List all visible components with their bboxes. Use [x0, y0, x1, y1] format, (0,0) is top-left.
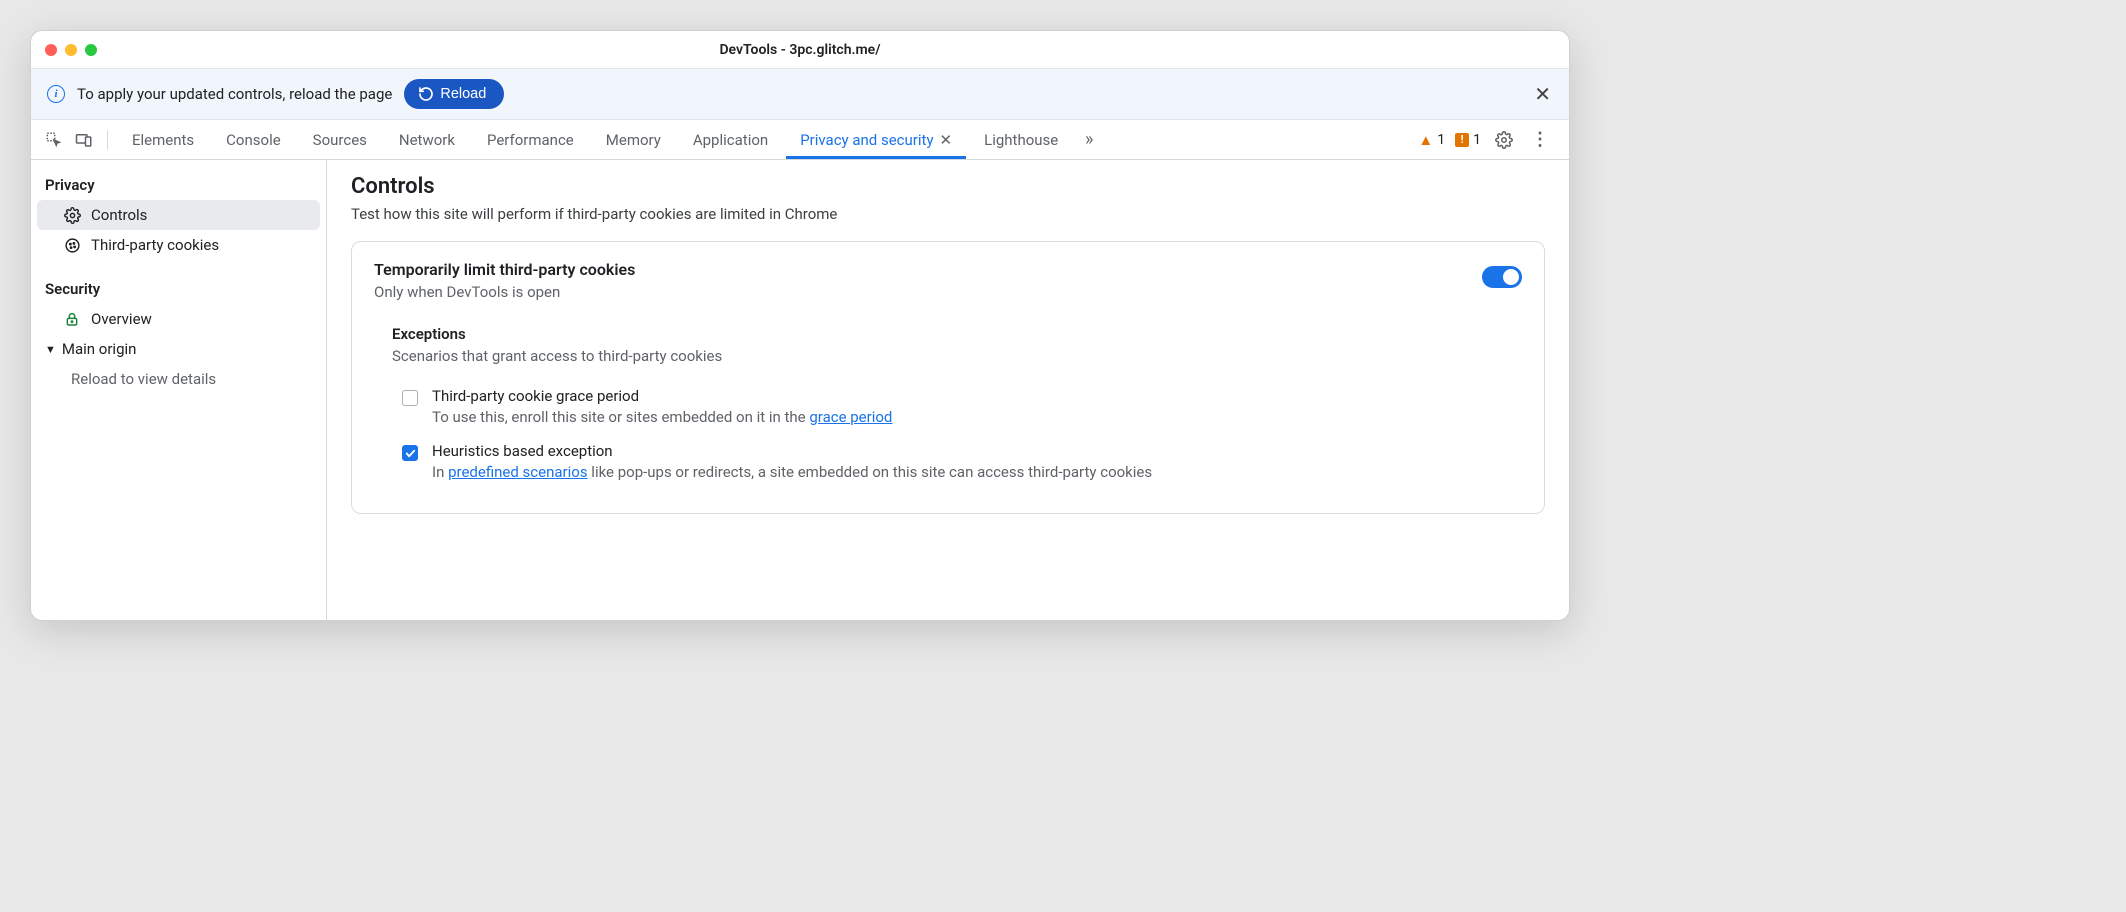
issues-indicator[interactable]: ! 1 — [1455, 132, 1481, 148]
window-maximize-button[interactable] — [85, 44, 97, 56]
caret-down-icon: ▼ — [45, 343, 56, 356]
info-bar-close[interactable]: ✕ — [1534, 84, 1551, 104]
sidebar-item-label: Third-party cookies — [91, 236, 219, 254]
tab-privacy-security[interactable]: Privacy and security ✕ — [786, 122, 966, 158]
tab-privacy-label: Privacy and security — [800, 131, 933, 149]
exceptions-section: Exceptions Scenarios that grant access t… — [374, 325, 1522, 491]
settings-icon[interactable] — [1491, 127, 1517, 153]
grace-period-checkbox[interactable] — [402, 390, 418, 406]
predefined-scenarios-link[interactable]: predefined scenarios — [448, 463, 587, 481]
sidebar-item-main-origin[interactable]: ▼ Main origin — [31, 334, 326, 364]
warning-icon: ▲ — [1418, 131, 1433, 149]
issues-count: 1 — [1473, 132, 1481, 148]
content: Privacy Controls Third-party cookies Sec… — [31, 160, 1569, 620]
warnings-count: 1 — [1437, 132, 1445, 148]
grace-period-link[interactable]: grace period — [809, 408, 892, 426]
window-title: DevTools - 3pc.glitch.me/ — [31, 42, 1569, 58]
tab-close-icon[interactable]: ✕ — [940, 131, 953, 149]
reload-button-label: Reload — [440, 86, 486, 102]
tab-network[interactable]: Network — [385, 122, 469, 158]
titlebar: DevTools - 3pc.glitch.me/ — [31, 31, 1569, 69]
card-header: Temporarily limit third-party cookies On… — [374, 260, 1522, 301]
grace-period-description: To use this, enroll this site or sites e… — [432, 408, 892, 426]
lock-icon — [63, 310, 81, 328]
device-toolbar-icon[interactable] — [71, 127, 97, 153]
page-heading: Controls — [351, 174, 1545, 199]
gear-icon — [63, 206, 81, 224]
sidebar-item-controls[interactable]: Controls — [37, 200, 320, 230]
heuristics-description: In predefined scenarios like pop-ups or … — [432, 463, 1152, 481]
page-subtitle: Test how this site will perform if third… — [351, 205, 1545, 223]
sidebar-reload-detail: Reload to view details — [31, 364, 326, 394]
tab-lighthouse[interactable]: Lighthouse — [970, 122, 1072, 158]
info-message: To apply your updated controls, reload t… — [77, 85, 392, 103]
warnings-indicator[interactable]: ▲ 1 — [1418, 131, 1445, 149]
heuristics-checkbox[interactable] — [402, 445, 418, 461]
traffic-lights — [45, 44, 97, 56]
heuristics-label: Heuristics based exception — [432, 442, 1152, 460]
card-title: Temporarily limit third-party cookies — [374, 260, 635, 279]
more-tabs-icon[interactable]: » — [1076, 127, 1102, 153]
limit-cookies-card: Temporarily limit third-party cookies On… — [351, 241, 1545, 514]
cookie-icon — [63, 236, 81, 254]
sidebar-item-label: Controls — [91, 206, 147, 224]
reload-icon — [418, 86, 434, 102]
check-icon — [405, 448, 416, 459]
heur-desc-post: like pop-ups or redirects, a site embedd… — [588, 463, 1153, 481]
issue-icon: ! — [1455, 133, 1469, 147]
limit-cookies-toggle[interactable] — [1482, 266, 1522, 288]
sidebar-heading-privacy: Privacy — [31, 170, 326, 200]
sidebar-item-third-party-cookies[interactable]: Third-party cookies — [31, 230, 326, 260]
tab-elements[interactable]: Elements — [118, 122, 208, 158]
sidebar-heading-security: Security — [31, 274, 326, 304]
kebab-menu-icon[interactable]: ⋮ — [1527, 127, 1553, 153]
tab-sources[interactable]: Sources — [299, 122, 381, 158]
tabs-bar: Elements Console Sources Network Perform… — [31, 120, 1569, 160]
tabs-right-tools: ▲ 1 ! 1 ⋮ — [1418, 127, 1559, 153]
grace-desc-text: To use this, enroll this site or sites e… — [432, 408, 809, 426]
sidebar-item-overview[interactable]: Overview — [31, 304, 326, 334]
tab-console[interactable]: Console — [212, 122, 295, 158]
window-close-button[interactable] — [45, 44, 57, 56]
exceptions-title: Exceptions — [392, 325, 1522, 343]
exception-grace-period: Third-party cookie grace period To use t… — [392, 381, 1522, 436]
exception-heuristics: Heuristics based exception In predefined… — [392, 436, 1522, 491]
sidebar-item-label: Overview — [91, 310, 152, 328]
devtools-window: DevTools - 3pc.glitch.me/ i To apply you… — [30, 30, 1570, 621]
reload-button[interactable]: Reload — [404, 79, 504, 109]
tab-memory[interactable]: Memory — [592, 122, 675, 158]
main-panel: Controls Test how this site will perform… — [327, 160, 1569, 620]
tab-performance[interactable]: Performance — [473, 122, 588, 158]
heur-desc-pre: In — [432, 463, 448, 481]
sidebar: Privacy Controls Third-party cookies Sec… — [31, 160, 327, 620]
info-bar: i To apply your updated controls, reload… — [31, 69, 1569, 120]
sidebar-item-label: Main origin — [62, 340, 137, 358]
inspect-element-icon[interactable] — [41, 127, 67, 153]
exceptions-subtitle: Scenarios that grant access to third-par… — [392, 347, 1522, 365]
card-subtitle: Only when DevTools is open — [374, 283, 635, 301]
grace-period-label: Third-party cookie grace period — [432, 387, 892, 405]
info-icon: i — [47, 85, 65, 103]
divider — [107, 130, 108, 150]
tab-application[interactable]: Application — [679, 122, 782, 158]
window-minimize-button[interactable] — [65, 44, 77, 56]
